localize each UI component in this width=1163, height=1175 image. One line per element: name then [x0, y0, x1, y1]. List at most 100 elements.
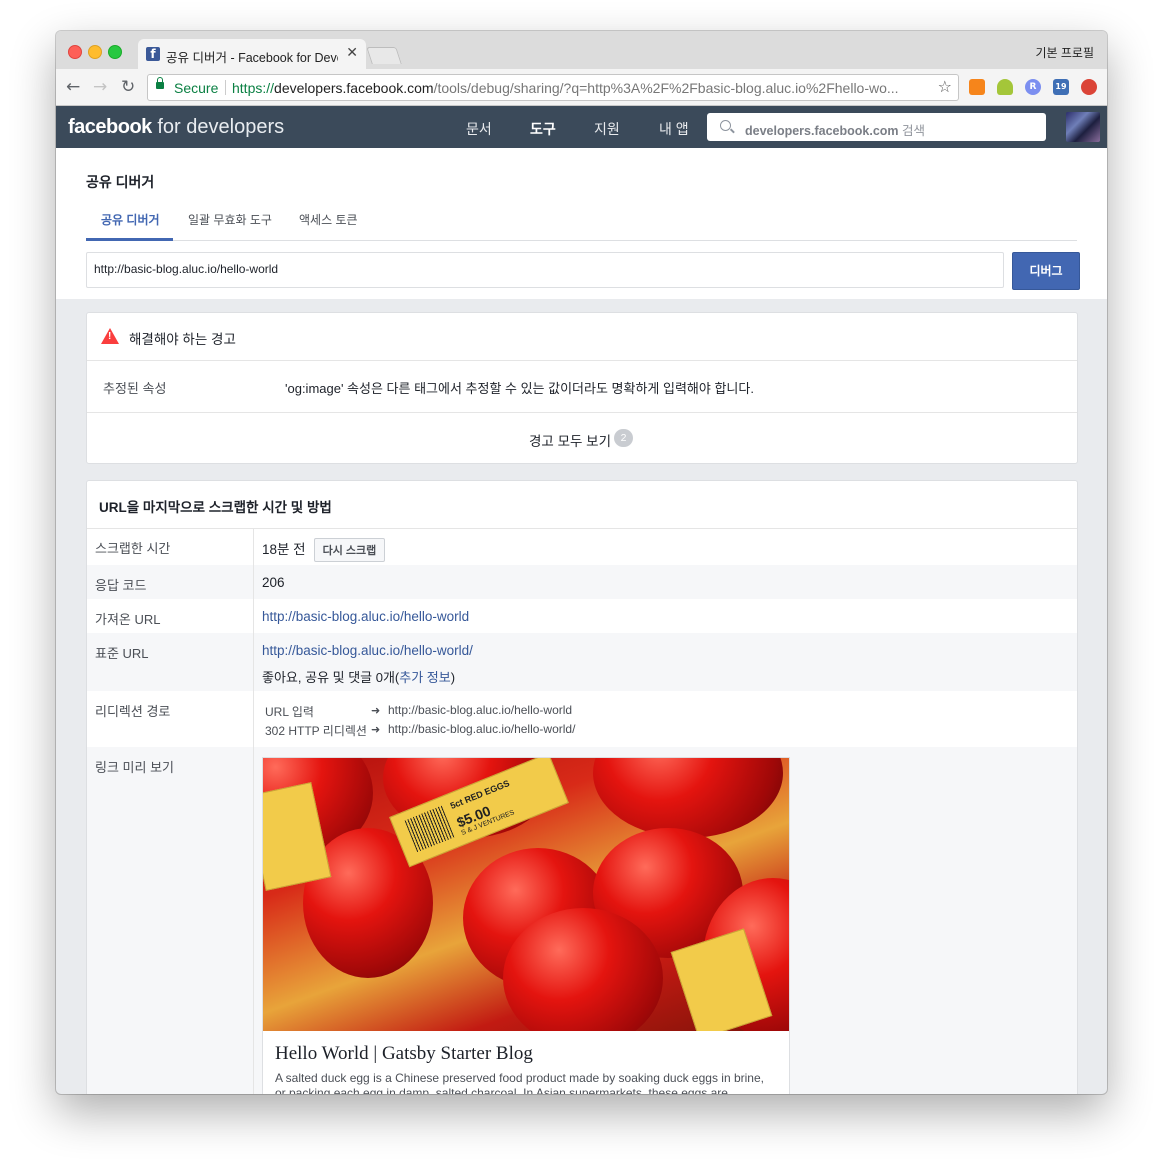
calendar-extension-icon[interactable]: 19 [1053, 79, 1069, 95]
logo-facebook-text: facebook [68, 116, 152, 138]
row-redirect-path: 리디렉션 경로 URL 입력 ➜ http://basic-blog.aluc.… [87, 691, 1077, 747]
r-extension-icon[interactable]: R [1025, 79, 1041, 95]
column-divider [253, 565, 254, 599]
column-divider [253, 529, 254, 565]
tab-access-token[interactable]: 액세스 토큰 [299, 211, 358, 228]
active-tab-underline [86, 238, 173, 241]
column-divider [253, 599, 254, 633]
avatar[interactable] [1066, 112, 1100, 142]
redirect-step-label: URL 입력 [265, 705, 314, 719]
warning-label: 추정된 속성 [103, 381, 167, 396]
browser-toolbar: ← → ↻ Secure https://developers.facebook… [56, 69, 1107, 106]
site-search-input[interactable]: developers.facebook.com 검색 [707, 113, 1046, 141]
secure-label: Secure [174, 80, 219, 96]
debugger-tabs: 공유 디버거 일괄 무효화 도구 액세스 토큰 [86, 203, 1077, 241]
nav-support[interactable]: 지원 [594, 119, 620, 139]
warnings-card: 해결해야 하는 경고 추정된 속성 'og:image' 속성은 다른 태그에서… [86, 312, 1078, 464]
row-fetched-url: 가져온 URL http://basic-blog.aluc.io/hello-… [87, 599, 1077, 633]
search-icon [720, 120, 731, 131]
warnings-title: 해결해야 하는 경고 [129, 332, 236, 347]
response-code-label: 응답 코드 [95, 578, 147, 593]
column-divider [253, 691, 254, 747]
debugger-panel: 공유 디버거 공유 디버거 일괄 무효화 도구 액세스 토큰 디버그 [56, 148, 1107, 299]
scrape-info-card: URL을 마지막으로 스크랩한 시간 및 방법 스크랩한 시간 18분 전 다시 … [86, 480, 1078, 1094]
fetched-url-link[interactable]: http://basic-blog.aluc.io/hello-world [262, 609, 469, 624]
debug-url-field[interactable] [86, 252, 1004, 288]
facebook-favicon-icon: f [146, 47, 160, 61]
facebook-for-developers-logo[interactable]: facebook for developers [68, 116, 284, 139]
warnings-header: 해결해야 하는 경고 [87, 313, 1077, 361]
link-preview-card[interactable]: 5ct RED EGGS $5.00 S & J VENTURES Hello … [262, 757, 790, 1094]
rescrape-button[interactable]: 다시 스크랩 [313, 538, 386, 563]
redirect-step-label: 302 HTTP 리디렉션 [265, 724, 367, 738]
logo-developers-text: for developers [151, 116, 285, 138]
tab-close-icon[interactable]: ✕ [346, 45, 358, 61]
android-extension-icon[interactable] [997, 79, 1013, 95]
minimize-window-button[interactable] [88, 45, 102, 59]
lock-icon [156, 77, 164, 89]
redirect-step-url[interactable]: http://basic-blog.aluc.io/hello-world/ [388, 722, 575, 736]
more-info-link[interactable]: 추가 정보 [399, 670, 450, 685]
close-window-button[interactable] [68, 45, 82, 59]
new-tab-button[interactable] [366, 47, 402, 64]
scrape-header: URL을 마지막으로 스크랩한 시간 및 방법 [87, 481, 1077, 529]
response-code-value: 206 [262, 575, 285, 590]
row-response-code: 응답 코드 206 [87, 565, 1077, 599]
likes-prefix: 좋아요, 공유 및 댓글 0개( [262, 670, 400, 685]
canonical-url-label: 표준 URL [95, 646, 149, 661]
warning-triangle-icon [101, 328, 119, 344]
zoom-window-button[interactable] [108, 45, 122, 59]
tab-sharing-debugger[interactable]: 공유 디버거 [101, 211, 160, 228]
likes-suffix: ) [450, 670, 456, 685]
warning-row: 추정된 속성 'og:image' 속성은 다른 태그에서 추정할 수 있는 값… [87, 361, 1077, 413]
site-header: facebook for developers 문서 도구 지원 내 앱 dev… [56, 106, 1107, 148]
address-bar[interactable]: Secure https://developers.facebook.com/t… [147, 74, 959, 101]
fetched-url-label: 가져온 URL [95, 612, 161, 627]
debug-button[interactable]: 디버그 [1012, 252, 1080, 290]
preview-description: A salted duck egg is a Chinese preserved… [275, 1071, 764, 1094]
debug-url-input[interactable] [94, 262, 984, 276]
warnings-count-badge: 2 [614, 429, 633, 447]
forward-arrow-icon[interactable]: → [93, 77, 107, 97]
url-path: /tools/debug/sharing/?q=http%3A%2F%2Fbas… [433, 80, 899, 96]
bookmark-star-icon[interactable]: ☆ [938, 77, 952, 96]
row-canonical-url: 표준 URL http://basic-blog.aluc.io/hello-w… [87, 633, 1077, 691]
canonical-url-link[interactable]: http://basic-blog.aluc.io/hello-world/ [262, 643, 473, 658]
search-placeholder: developers.facebook.com 검색 [745, 120, 925, 139]
reload-icon[interactable]: ↻ [121, 77, 135, 97]
see-all-warnings-button[interactable]: 경고 모두 보기 2 [87, 413, 1077, 463]
redirect-path-label: 리디렉션 경로 [95, 704, 171, 719]
upload-extension-icon[interactable] [1081, 79, 1097, 95]
scraped-time-value: 18분 전 [262, 542, 306, 557]
profile-name[interactable]: 기본 프로필 [1035, 44, 1094, 61]
redirect-arrow-icon: ➜ [371, 704, 381, 717]
egg-shape [593, 758, 783, 838]
nav-tools[interactable]: 도구 [530, 119, 556, 139]
scrape-title: URL을 마지막으로 스크랩한 시간 및 방법 [99, 500, 332, 515]
browser-tab-active[interactable]: f 공유 디버거 - Facebook for Developers ✕ [138, 39, 366, 69]
search-placeholder-host: developers.facebook.com [745, 124, 899, 138]
page-title: 공유 디버거 [86, 174, 155, 190]
preview-image: 5ct RED EGGS $5.00 S & J VENTURES [263, 758, 789, 1031]
browser-window: f 공유 디버거 - Facebook for Developers ✕ 기본 … [56, 31, 1107, 1094]
tab-batch-invalidator[interactable]: 일괄 무효화 도구 [188, 211, 272, 228]
redirect-step-url[interactable]: http://basic-blog.aluc.io/hello-world [388, 703, 572, 717]
url-scheme: https:// [232, 80, 275, 96]
address-url[interactable]: https://developers.facebook.com/tools/de… [232, 80, 928, 96]
preview-title: Hello World | Gatsby Starter Blog [275, 1043, 533, 1064]
redirect-arrow-icon: ➜ [371, 723, 381, 736]
nav-docs[interactable]: 문서 [466, 119, 492, 139]
url-host: developers.facebook.com [274, 80, 434, 96]
nav-my-apps[interactable]: 내 앱 [659, 119, 689, 139]
warning-message: 'og:image' 속성은 다른 태그에서 추정할 수 있는 값이더라도 명확… [285, 381, 754, 396]
back-arrow-icon[interactable]: ← [66, 77, 80, 97]
column-divider [253, 633, 254, 691]
row-scraped-time: 스크랩한 시간 18분 전 다시 스크랩 [87, 529, 1077, 565]
scraped-time-value-wrap: 18분 전 다시 스크랩 [262, 538, 386, 563]
see-all-warnings-label: 경고 모두 보기 [529, 434, 612, 449]
scraped-time-label: 스크랩한 시간 [95, 541, 171, 556]
tab-title: 공유 디버거 - Facebook for Developers [166, 51, 338, 65]
metamask-extension-icon[interactable] [969, 79, 985, 95]
link-preview-label: 링크 미리 보기 [95, 760, 174, 775]
tab-bar: f 공유 디버거 - Facebook for Developers ✕ 기본 … [56, 31, 1107, 69]
